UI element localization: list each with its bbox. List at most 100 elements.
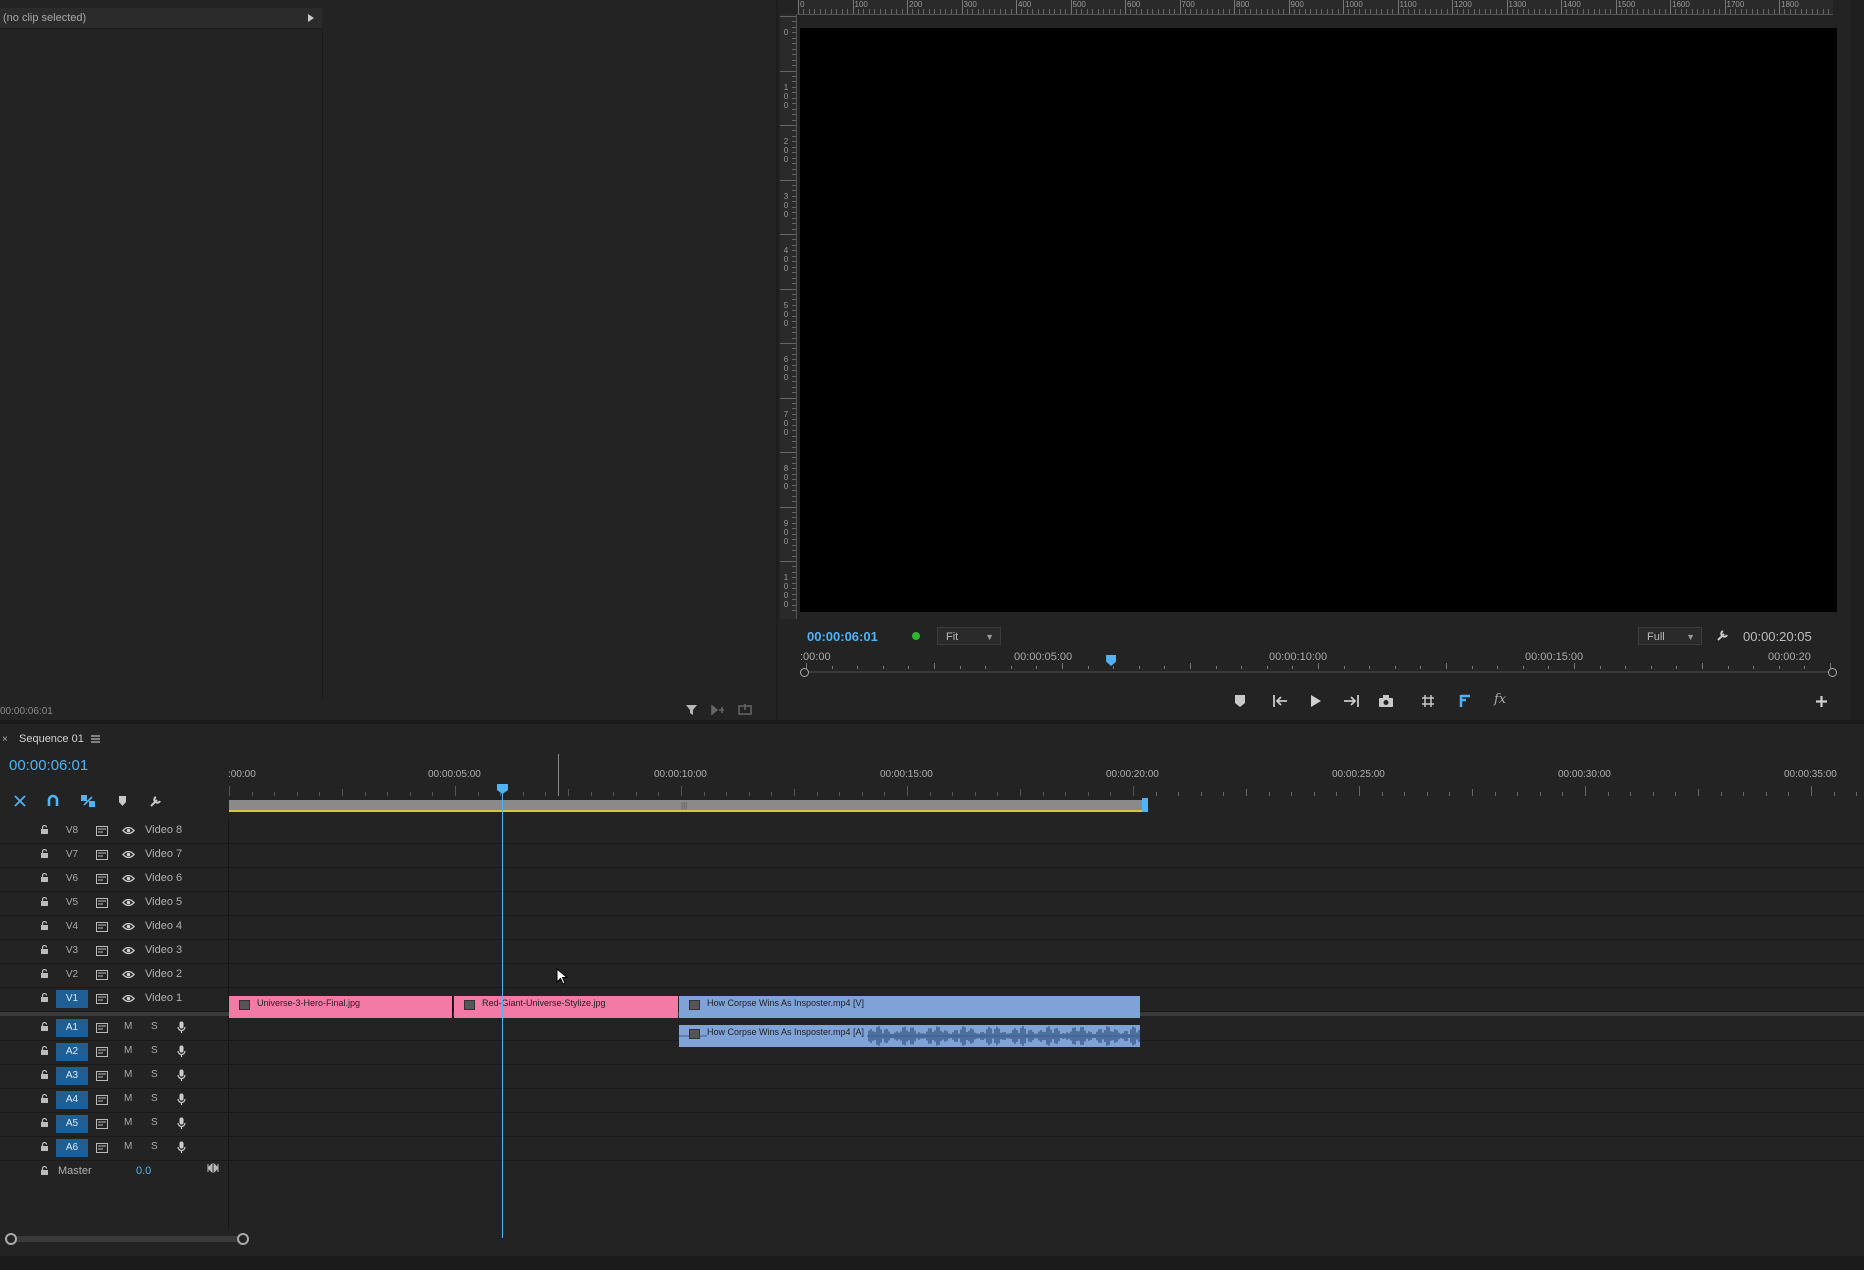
- mute-button[interactable]: M: [124, 1045, 132, 1056]
- eye-icon[interactable]: [122, 994, 135, 1003]
- track-target-a6[interactable]: A6: [56, 1139, 88, 1157]
- sync-lock-icon[interactable]: [96, 1119, 108, 1129]
- mute-button[interactable]: M: [124, 1141, 132, 1152]
- add-marker-icon[interactable]: [118, 795, 127, 807]
- lock-icon[interactable]: [40, 921, 49, 930]
- timeline-timecode[interactable]: 00:00:06:01: [9, 757, 88, 774]
- audio-clip-corpse[interactable]: How Corpse Wins As Insposter.mp4 [A]: [679, 1025, 1140, 1047]
- sync-lock-icon[interactable]: [96, 874, 108, 884]
- lock-icon[interactable]: [40, 897, 49, 906]
- sync-lock-icon[interactable]: [96, 970, 108, 980]
- close-tab-icon[interactable]: ×: [2, 734, 8, 745]
- sync-lock-icon[interactable]: [96, 1143, 108, 1153]
- image-clip-universe-hero[interactable]: Universe-3-Hero-Final.jpg: [229, 996, 453, 1018]
- lock-icon[interactable]: [40, 1022, 49, 1031]
- track-target-v6[interactable]: V6: [56, 870, 88, 888]
- work-area-grip-icon[interactable]: |||: [681, 801, 687, 810]
- video-track-row[interactable]: V7 Video 7: [0, 843, 1864, 868]
- zoom-handle-right[interactable]: [237, 1233, 249, 1245]
- track-target-v5[interactable]: V5: [56, 894, 88, 912]
- mute-button[interactable]: M: [124, 1021, 132, 1032]
- track-target-a1[interactable]: A1: [56, 1019, 88, 1037]
- image-clip-red-giant-stylize[interactable]: Red-Giant-Universe-Stylize.jpg: [454, 996, 678, 1018]
- mic-icon[interactable]: [177, 1141, 186, 1154]
- program-time-ruler[interactable]: :00:00 00:00:05:00 00:00:10:00 00:00:15:00 0…: [800, 647, 1837, 677]
- sync-lock-icon[interactable]: [96, 1023, 108, 1033]
- lock-icon[interactable]: [40, 1046, 49, 1055]
- monitor-scrollbar[interactable]: [1851, 0, 1864, 720]
- video-track-row[interactable]: V3 Video 3: [0, 939, 1864, 964]
- audio-track-row[interactable]: A6 M S: [0, 1136, 1864, 1161]
- eye-icon[interactable]: [122, 898, 135, 907]
- wrench-icon[interactable]: [149, 794, 163, 808]
- solo-button[interactable]: S: [151, 1045, 158, 1056]
- track-target-a5[interactable]: A5: [56, 1115, 88, 1133]
- add-button-icon[interactable]: [1815, 695, 1828, 708]
- audio-track-row[interactable]: A3 M S: [0, 1064, 1864, 1089]
- video-track-row[interactable]: V8 Video 8: [0, 819, 1864, 844]
- solo-button[interactable]: S: [151, 1069, 158, 1080]
- solo-button[interactable]: S: [151, 1093, 158, 1104]
- scrub-handle-right[interactable]: [1828, 668, 1837, 677]
- lock-icon[interactable]: [40, 849, 49, 858]
- mic-icon[interactable]: [177, 1045, 186, 1058]
- add-marker-icon[interactable]: [1234, 694, 1246, 708]
- solo-button[interactable]: S: [151, 1141, 158, 1152]
- filter-icon[interactable]: [685, 703, 699, 717]
- video-clip-corpse[interactable]: How Corpse Wins As Insposter.mp4 [V]: [679, 996, 1140, 1018]
- video-track-row[interactable]: V2 Video 2: [0, 963, 1864, 988]
- zoom-handle-left[interactable]: [5, 1233, 17, 1245]
- scrub-handle-left[interactable]: [800, 668, 809, 677]
- mic-icon[interactable]: [177, 1021, 186, 1034]
- sync-lock-icon[interactable]: [96, 922, 108, 932]
- lock-icon[interactable]: [40, 1118, 49, 1127]
- lock-icon[interactable]: [40, 1070, 49, 1079]
- work-area-end-handle[interactable]: [1142, 798, 1148, 812]
- track-target-v4[interactable]: V4: [56, 918, 88, 936]
- sync-lock-icon[interactable]: [96, 850, 108, 860]
- mic-icon[interactable]: [177, 1117, 186, 1130]
- go-to-in-icon[interactable]: [1273, 694, 1289, 708]
- linked-selection-icon[interactable]: [80, 794, 96, 808]
- master-expand-icon[interactable]: [207, 1163, 219, 1173]
- track-target-v1[interactable]: V1: [56, 990, 88, 1008]
- eye-icon[interactable]: [122, 946, 135, 955]
- comparison-view-icon[interactable]: [1458, 694, 1472, 708]
- track-target-v3[interactable]: V3: [56, 942, 88, 960]
- sequence-tab[interactable]: Sequence 01: [19, 733, 84, 745]
- time-scrub-line[interactable]: [806, 671, 1831, 673]
- menu-icon[interactable]: [91, 735, 100, 743]
- solo-button[interactable]: S: [151, 1117, 158, 1128]
- go-to-out-icon[interactable]: [1343, 694, 1359, 708]
- sync-lock-icon[interactable]: [96, 1095, 108, 1105]
- audio-track-row[interactable]: A4 M S: [0, 1088, 1864, 1113]
- track-target-a2[interactable]: A2: [56, 1043, 88, 1061]
- playhead-line[interactable]: [502, 785, 503, 1238]
- zoom-scrollbar[interactable]: [10, 1236, 242, 1242]
- expand-arrow-icon[interactable]: [307, 13, 315, 23]
- sync-lock-icon[interactable]: [96, 946, 108, 956]
- lock-icon[interactable]: [40, 945, 49, 954]
- mic-icon[interactable]: [177, 1069, 186, 1082]
- mic-icon[interactable]: [177, 1093, 186, 1106]
- track-target-v8[interactable]: V8: [56, 822, 88, 840]
- camera-icon[interactable]: [1378, 694, 1394, 708]
- lock-icon[interactable]: [40, 969, 49, 978]
- eye-icon[interactable]: [122, 850, 135, 859]
- sync-lock-icon[interactable]: [96, 898, 108, 908]
- track-target-a3[interactable]: A3: [56, 1067, 88, 1085]
- mute-button[interactable]: M: [124, 1093, 132, 1104]
- lock-icon[interactable]: [40, 873, 49, 882]
- lock-icon[interactable]: [40, 1166, 49, 1175]
- work-area-bar[interactable]: |||: [229, 800, 1143, 812]
- sync-lock-icon[interactable]: [96, 1047, 108, 1057]
- video-frame[interactable]: [800, 28, 1837, 612]
- insert-icon[interactable]: [711, 704, 725, 716]
- safe-margins-icon[interactable]: [1421, 694, 1435, 708]
- program-timecode[interactable]: 00:00:06:01: [807, 629, 878, 644]
- wrench-icon[interactable]: [1716, 628, 1730, 642]
- track-target-a4[interactable]: A4: [56, 1091, 88, 1109]
- fx-icon[interactable]: fx: [1494, 692, 1506, 707]
- track-target-v2[interactable]: V2: [56, 966, 88, 984]
- resolution-dropdown[interactable]: Full ▼: [1638, 627, 1702, 645]
